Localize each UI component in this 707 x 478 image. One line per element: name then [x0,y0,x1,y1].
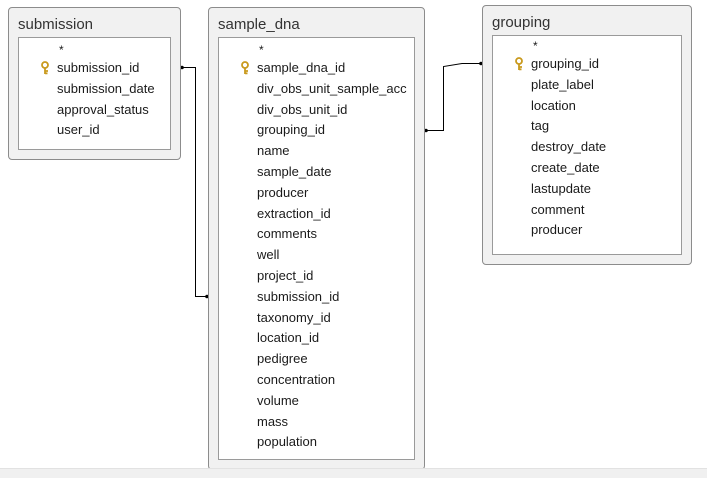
primary-key-icon [41,61,49,75]
field-name: div_obs_unit_sample_acc [257,80,407,96]
field-row[interactable]: grouping_id [219,120,414,141]
field-row[interactable]: mass [219,412,414,433]
table-title[interactable]: grouping [492,14,550,32]
field-name: pedigree [257,351,308,367]
field-row[interactable]: name [219,141,414,162]
field-name: population [257,434,317,450]
field-row[interactable]: comments [219,224,414,245]
field-name: project_id [257,268,314,283]
field-name: div_obs_unit_id [257,101,348,117]
field-name: concentration [257,372,336,387]
field-row[interactable]: submission_date [19,79,170,100]
relationships-canvas: submission * submission_id submission_date a… [0,0,707,477]
field-name: name [257,143,290,159]
field-row[interactable]: extraction_id [219,204,414,225]
field-row[interactable]: div_obs_unit_sample_acc [219,79,414,100]
field-name: lastupdate [531,180,591,196]
primary-key-icon [241,61,249,75]
field-row[interactable]: taxonomy_id [219,308,414,329]
field-row[interactable]: div_obs_unit_id [219,100,414,121]
field-name: well [257,247,280,263]
field-name: plate_label [531,76,594,92]
primary-key-icon [515,57,523,71]
field-row[interactable]: submission_id [19,58,170,79]
table-title[interactable]: submission [18,16,93,34]
field-name: location_id [257,330,320,346]
field-name: submission_date [57,80,155,96]
field-row[interactable]: sample_date [219,162,414,183]
field-row[interactable]: grouping_id [493,54,681,75]
field-row[interactable]: location [493,96,681,117]
field-row[interactable]: approval_status [19,100,170,121]
field-name: approval_status [57,101,149,117]
table-submission[interactable]: submission * submission_id submission_date a… [8,7,181,160]
field-row[interactable]: concentration [219,370,414,391]
field-name: sample_dna_id [257,60,346,75]
field-name: mass [257,413,289,429]
field-row[interactable]: submission_id [219,287,414,308]
field-row[interactable]: project_id [219,266,414,287]
field-name: sample_date [257,164,332,179]
field-row[interactable]: tag [493,116,681,137]
field-name: submission_id [57,60,140,75]
field-row[interactable]: user_id [19,120,170,141]
field-name: tag [531,118,550,134]
table-grouping[interactable]: grouping * grouping_id plate_label location t… [482,5,692,265]
field-name: create_date [531,160,600,175]
field-name: grouping_id [531,56,599,71]
field-name: location [531,97,576,113]
field-name: producer [257,184,309,200]
field-name: volume [257,392,299,408]
field-row[interactable]: lastupdate [493,179,681,200]
field-row[interactable]: create_date [493,158,681,179]
field-name: comment [531,201,585,217]
table-sample-dna[interactable]: sample_dna * sample_dna_id div_obs_unit_sam… [208,7,425,470]
relationship-line [425,63,482,131]
field-list[interactable]: * grouping_id plate_label location tag destro… [492,35,682,255]
field-name: submission_id [257,288,340,304]
field-row[interactable]: plate_label [493,75,681,96]
field-name: comments [257,226,317,242]
field-row[interactable]: producer [493,220,681,241]
field-row[interactable]: pedigree [219,349,414,370]
field-name: taxonomy_id [257,309,331,325]
field-row[interactable]: sample_dna_id [219,58,414,79]
field-row[interactable]: destroy_date [493,137,681,158]
field-row[interactable]: producer [219,183,414,204]
field-name: extraction_id [257,205,331,221]
table-title[interactable]: sample_dna [218,16,300,34]
field-name: producer [531,222,583,238]
field-row[interactable]: well [219,245,414,266]
field-name: grouping_id [257,122,325,138]
field-row[interactable]: comment [493,200,681,221]
field-row[interactable]: location_id [219,328,414,349]
field-list[interactable]: * submission_id submission_date approval_st… [18,37,171,150]
field-name: destroy_date [531,139,607,155]
relationship-line [181,67,208,297]
field-list[interactable]: * sample_dna_id div_obs_unit_sample_acc div… [218,37,415,460]
field-row[interactable]: population [219,432,414,453]
field-row[interactable]: volume [219,391,414,412]
field-name: user_id [57,122,100,138]
